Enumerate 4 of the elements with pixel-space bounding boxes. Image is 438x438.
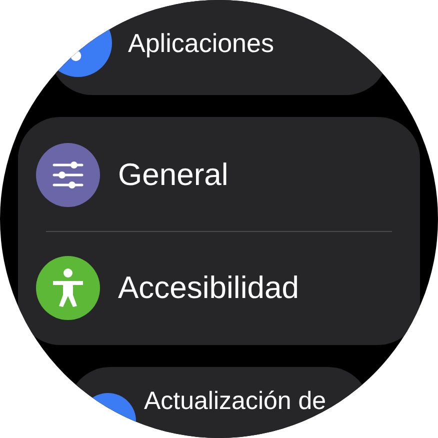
menu-item[interactable]: Actualización de xyxy=(144,387,326,416)
menu-item[interactable]: Aplicaciones xyxy=(128,28,274,58)
menu-item[interactable]: General xyxy=(118,156,228,192)
menu-item[interactable]: Accesibilidad xyxy=(118,270,299,306)
